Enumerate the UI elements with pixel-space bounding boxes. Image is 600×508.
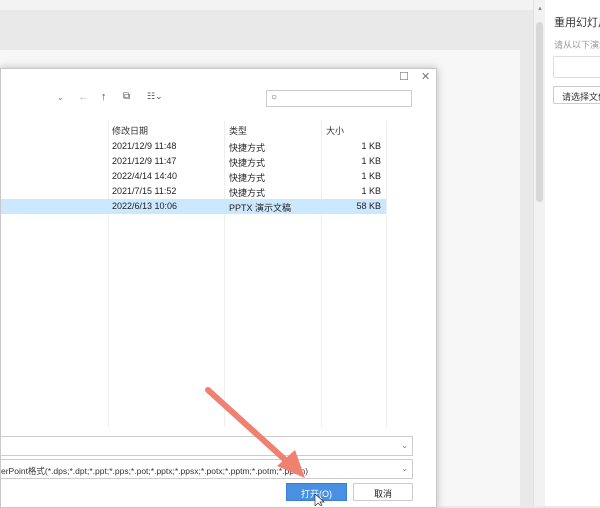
file-type: 快捷方式 — [229, 143, 266, 153]
panel-hint: 请从以下演示 — [554, 40, 600, 50]
chevron-down-icon[interactable]: ⌄ — [401, 464, 408, 473]
file-size: 1 KB — [361, 186, 381, 196]
file-date: 2022/6/13 10:06 — [112, 201, 178, 211]
scroll-thumb[interactable] — [536, 22, 543, 202]
up-icon[interactable]: ↑ — [101, 91, 107, 103]
column-header-type[interactable]: 类型 — [229, 124, 247, 137]
new-folder-icon[interactable]: ⧉ — [123, 91, 130, 102]
file-path-input[interactable] — [553, 56, 600, 78]
file-date: 2021/12/9 11:48 — [112, 141, 177, 151]
file-row[interactable]: 2021/7/15 11:52 快捷方式 1 KB — [1, 184, 386, 199]
file-size: 58 KB — [356, 201, 381, 211]
column-header-date[interactable]: 修改日期 — [112, 124, 148, 137]
back-icon[interactable]: ← — [78, 91, 89, 103]
panel-title: 重用幻灯片 — [554, 17, 600, 29]
file-type: 快捷方式 — [229, 158, 266, 168]
filetype-value: erPoint格式(*.dps;*.dpt;*.ppt;*.pps;*.pot;… — [1, 466, 309, 476]
close-icon[interactable]: ✕ — [421, 70, 430, 83]
view-options-icon[interactable]: ☷⌄ — [147, 91, 163, 102]
choose-file-button[interactable]: 请选择文件 — [553, 86, 600, 104]
file-row[interactable]: 2021/12/9 11:47 快捷方式 1 KB — [1, 154, 386, 169]
file-size: 1 KB — [361, 171, 381, 181]
file-date: 2021/12/9 11:47 — [112, 156, 177, 166]
file-type: PPTX 演示文稿 — [229, 203, 292, 213]
search-icon: ○ — [271, 92, 278, 103]
file-date: 2022/4/14 14:40 — [112, 171, 178, 181]
maximize-icon[interactable]: ☐ — [399, 70, 409, 83]
file-type: 快捷方式 — [229, 173, 266, 183]
scroll-up-icon[interactable]: ▲ — [537, 6, 543, 12]
top-bar — [0, 0, 535, 10]
file-date: 2021/7/15 11:52 — [112, 186, 177, 196]
file-size: 1 KB — [361, 156, 381, 166]
scrollbar[interactable]: ▲ — [533, 0, 545, 506]
address-dropdown-icon[interactable]: ⌄ — [57, 93, 64, 102]
file-size: 1 KB — [361, 141, 381, 151]
column-divider — [386, 121, 387, 427]
filetype-select[interactable]: erPoint格式(*.dps;*.dpt;*.ppt;*.pps;*.pot;… — [0, 459, 413, 479]
search-input[interactable]: ○ — [266, 90, 412, 107]
file-row-selected[interactable]: 2022/6/13 10:06 PPTX 演示文稿 58 KB — [1, 199, 386, 214]
file-row[interactable]: 2022/4/14 14:40 快捷方式 1 KB — [1, 169, 386, 184]
column-header-size[interactable]: 大小 — [326, 124, 344, 137]
reuse-slides-panel: 重用幻灯片 请从以下演示 请选择文件 — [545, 0, 600, 506]
open-button[interactable]: 打开(O) — [286, 483, 347, 501]
filename-input[interactable]: ⌄ — [0, 436, 413, 456]
chevron-down-icon[interactable]: ⌄ — [401, 441, 408, 450]
open-file-dialog: ☐ ✕ ⌄ ← ↑ ⧉ ☷⌄ ○ 修改日期 类型 大小 2021/12/9 11… — [0, 68, 437, 508]
file-type: 快捷方式 — [229, 188, 266, 198]
cancel-button[interactable]: 取消 — [353, 483, 413, 501]
file-row[interactable]: 2021/12/9 11:48 快捷方式 1 KB — [1, 139, 386, 154]
